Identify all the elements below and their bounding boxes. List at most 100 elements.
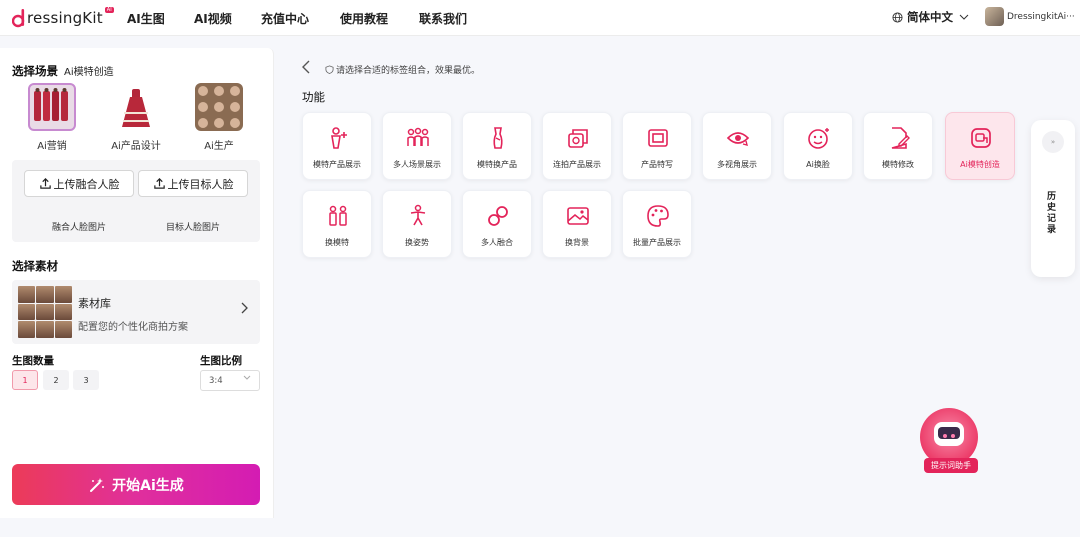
card-label: Ai模特创造 <box>960 160 1000 169</box>
nav-tutorial[interactable]: 使用教程 <box>340 0 388 36</box>
logo[interactable]: ressingKit AI <box>12 6 114 30</box>
nav-contact[interactable]: 联系我们 <box>419 0 467 36</box>
left-panel: 选择场景 Ai模特创造 Ai营销 Ai产品设计 Ai生产 上传融合人脸 上传目标… <box>0 48 274 518</box>
card-label: 换背景 <box>565 238 589 247</box>
scene-thumb <box>195 83 243 131</box>
scene-title: 选择场景 Ai模特创造 <box>12 64 114 78</box>
func-multi-person-merge[interactable]: 多人融合 <box>462 190 532 258</box>
func-model-edit[interactable]: 模特修改 <box>863 112 933 180</box>
card-label: Ai换脸 <box>806 160 830 169</box>
upload-fuse-face-button[interactable]: 上传融合人脸 <box>24 170 134 197</box>
swap-people-icon <box>329 205 347 226</box>
link-icon <box>488 206 508 226</box>
eye-rotate-icon <box>726 132 750 146</box>
nav-recharge[interactable]: 充值中心 <box>261 0 309 36</box>
model-dresses-icon <box>34 88 68 121</box>
pose-icon <box>410 204 426 226</box>
top-bar: ressingKit AI AI生图 AI视频 充值中心 使用教程 联系我们 简… <box>0 0 1080 36</box>
hint-text: 请选择合适的标签组合，效果最优。 <box>325 63 480 76</box>
func-change-background[interactable]: 换背景 <box>542 190 612 258</box>
card-label: 多人融合 <box>481 238 513 247</box>
func-burst-product-display[interactable]: 连拍产品展示 <box>542 112 612 180</box>
func-model-product-display[interactable]: 模特产品展示 <box>302 112 372 180</box>
function-title: 功能 <box>302 90 325 104</box>
logo-badge: AI <box>104 7 114 13</box>
card-label: 换模特 <box>325 238 349 247</box>
ratio-select[interactable]: 3:4 <box>200 370 260 391</box>
person-display-icon <box>331 127 347 149</box>
faces-grid-icon <box>198 86 240 128</box>
username: DressingkitAi··· <box>1007 11 1075 22</box>
scene-subtitle: Ai模特创造 <box>64 67 114 78</box>
card-label: 多人场景展示 <box>393 160 441 169</box>
card-label: 模特修改 <box>882 160 914 169</box>
scene-thumb <box>28 83 76 131</box>
smiley-face-icon <box>808 128 829 149</box>
func-ai-face-swap[interactable]: Ai换脸 <box>783 112 853 180</box>
face-upload-area: 上传融合人脸 上传目标人脸 融合人脸图片 目标人脸图片 <box>12 160 260 242</box>
card-label: 批量产品展示 <box>633 238 681 247</box>
history-label: 历史记录 <box>1047 192 1057 235</box>
card-label: 换姿势 <box>405 238 429 247</box>
group-people-icon <box>407 127 429 146</box>
card-label: 多视角展示 <box>717 160 757 169</box>
ratio-title: 生图比例 <box>200 355 242 367</box>
edit-document-icon <box>891 127 910 149</box>
upload-target-face-button[interactable]: 上传目标人脸 <box>138 170 248 197</box>
start-generate-button[interactable]: 开始Ai生成 <box>12 464 260 505</box>
count-option-2[interactable]: 2 <box>43 370 69 390</box>
scene-ai-marketing[interactable]: Ai营销 <box>22 83 82 152</box>
target-face-image-label: 目标人脸图片 <box>166 223 221 233</box>
shield-icon <box>325 65 334 74</box>
history-panel-tab[interactable]: » 历史记录 <box>1031 120 1075 277</box>
func-multi-person-scene[interactable]: 多人场景展示 <box>382 112 452 180</box>
language-selector[interactable]: 简体中文 <box>892 9 969 25</box>
func-multi-view-display[interactable]: 多视角展示 <box>702 112 772 180</box>
nav-ai-video[interactable]: AI视频 <box>194 0 232 36</box>
frame-closeup-icon <box>648 129 668 147</box>
scene-label: Ai产品设计 <box>111 141 161 152</box>
func-model-change-product[interactable]: 模特换产品 <box>462 112 532 180</box>
scene-ai-product-design[interactable]: Ai产品设计 <box>106 83 166 152</box>
count-option-3[interactable]: 3 <box>73 370 99 390</box>
expand-icon: » <box>1042 131 1064 153</box>
chevron-down-icon <box>243 375 251 380</box>
image-landscape-icon <box>567 207 589 225</box>
hint-label: 请选择合适的标签组合，效果最优。 <box>336 66 481 76</box>
ratio-value: 3:4 <box>209 375 223 386</box>
generate-label: 开始Ai生成 <box>112 477 184 494</box>
func-product-closeup[interactable]: 产品特写 <box>622 112 692 180</box>
dress-icon <box>122 89 150 127</box>
count-title: 生图数量 <box>12 355 54 367</box>
library-description: 配置您的个性化商拍方案 <box>78 322 188 333</box>
scene-label: Ai生产 <box>204 141 234 152</box>
prompt-assistant-label[interactable]: 提示词助手 <box>924 458 978 473</box>
model-create-icon <box>971 128 991 148</box>
fuse-face-image-label: 融合人脸图片 <box>52 223 107 233</box>
logo-d-icon <box>12 9 25 28</box>
user-menu[interactable]: DressingkitAi··· <box>985 7 1075 26</box>
upload-target-label: 上传目标人脸 <box>167 177 234 191</box>
func-change-pose[interactable]: 换姿势 <box>382 190 452 258</box>
card-label: 产品特写 <box>641 160 673 169</box>
upload-icon <box>39 178 51 189</box>
upload-fuse-label: 上传融合人脸 <box>53 177 120 191</box>
avatar <box>985 7 1004 26</box>
material-library[interactable]: 素材库 配置您的个性化商拍方案 <box>12 280 260 344</box>
back-arrow-icon[interactable] <box>300 59 312 75</box>
robot-icon <box>934 422 964 446</box>
count-option-1[interactable]: 1 <box>12 370 38 390</box>
card-label: 模特换产品 <box>477 160 517 169</box>
func-change-model[interactable]: 换模特 <box>302 190 372 258</box>
chevron-right-icon <box>241 302 248 314</box>
card-label: 模特产品展示 <box>313 160 361 169</box>
palette-icon <box>647 205 669 227</box>
nav-ai-image[interactable]: AI生图 <box>127 0 165 36</box>
library-title: 素材库 <box>78 297 111 310</box>
func-ai-model-create[interactable]: Ai模特创造 <box>945 112 1015 180</box>
scene-ai-production[interactable]: Ai生产 <box>189 83 249 152</box>
photo-stack-icon <box>568 129 588 148</box>
card-label: 连拍产品展示 <box>553 160 601 169</box>
language-label: 简体中文 <box>907 10 953 24</box>
func-batch-product-display[interactable]: 批量产品展示 <box>622 190 692 258</box>
